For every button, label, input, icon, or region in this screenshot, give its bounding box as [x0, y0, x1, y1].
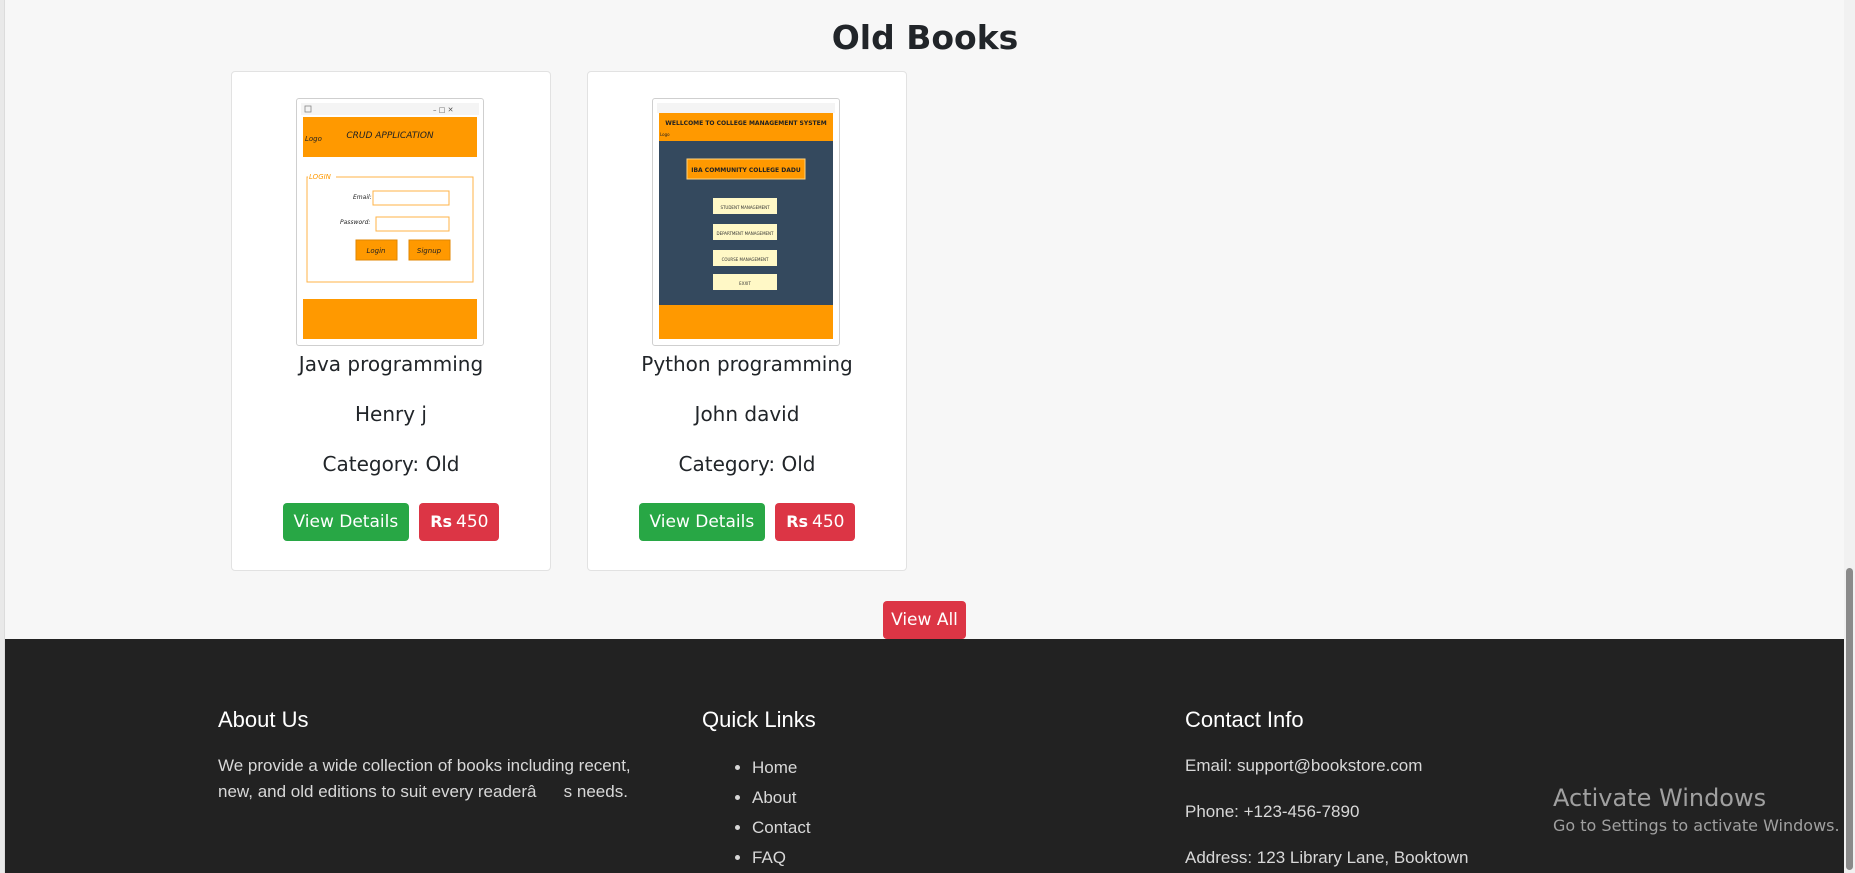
- contact-heading: Contact Info: [1185, 707, 1304, 732]
- svg-text:CRUD APPLICATION: CRUD APPLICATION: [346, 131, 434, 141]
- quick-links-list: Home About Contact FAQ: [702, 753, 1002, 873]
- footer-quick-links: Quick Links Home About Contact FAQ: [702, 707, 1002, 873]
- footer-link-faq[interactable]: FAQ: [752, 843, 1002, 873]
- svg-text:WELLCOME TO COLLEGE MANAGEMENT: WELLCOME TO COLLEGE MANAGEMENT SYSTEM: [665, 120, 826, 127]
- book-category: Category: Old: [322, 452, 460, 476]
- card-actions: View Details Rs 450: [232, 503, 550, 541]
- footer-link-contact[interactable]: Contact: [752, 813, 1002, 843]
- price-button[interactable]: Rs 450: [419, 503, 500, 541]
- scrollbar-thumb[interactable]: [1846, 568, 1853, 870]
- footer-link-about[interactable]: About: [752, 783, 1002, 813]
- contact-address: Address: 123 Library Lane, Booktown: [1185, 848, 1469, 867]
- rupee-icon: Rs: [786, 512, 809, 531]
- svg-text:LOGIN: LOGIN: [309, 173, 332, 181]
- section-title: Old Books: [831, 18, 1019, 57]
- price-button[interactable]: Rs 450: [775, 503, 856, 541]
- watermark-subtitle: Go to Settings to activate Windows.: [1553, 816, 1840, 835]
- contact-email: Email: support@bookstore.com: [1185, 756, 1423, 775]
- svg-text:STUDENT MANAGEMENT: STUDENT MANAGEMENT: [720, 205, 770, 210]
- book-card: WELLCOME TO COLLEGE MANAGEMENT SYSTEM Lo…: [587, 71, 907, 571]
- svg-text:COURSE MANAGEMENT: COURSE MANAGEMENT: [722, 257, 769, 262]
- contact-phone: Phone: +123-456-7890: [1185, 802, 1360, 821]
- svg-text:Signup: Signup: [417, 247, 442, 255]
- about-heading: About Us: [218, 707, 309, 732]
- svg-text:Email:: Email:: [353, 194, 372, 201]
- svg-text:Logo: Logo: [660, 132, 670, 137]
- price-value: 450: [456, 512, 489, 532]
- rupee-icon: Rs: [430, 512, 453, 531]
- about-text: We provide a wide collection of books in…: [218, 756, 631, 801]
- book-title: Python programming: [641, 352, 853, 376]
- book-title: Java programming: [298, 352, 484, 376]
- svg-text:DEPARTMENT MANAGEMENT: DEPARTMENT MANAGEMENT: [716, 231, 774, 236]
- watermark-title: Activate Windows: [1553, 784, 1767, 812]
- book-category: Category: Old: [678, 452, 816, 476]
- svg-text:Logo: Logo: [305, 135, 322, 143]
- quick-links-heading: Quick Links: [702, 707, 816, 732]
- svg-text:EXXIT: EXXIT: [739, 281, 751, 286]
- footer: About Us We provide a wide collection of…: [5, 639, 1844, 873]
- svg-text:– □ ✕: – □ ✕: [433, 106, 453, 114]
- book-card: – □ ✕ Logo CRUD APPLICATION LOGIN Email:…: [231, 71, 551, 571]
- book-cover-image[interactable]: WELLCOME TO COLLEGE MANAGEMENT SYSTEM Lo…: [652, 98, 840, 346]
- footer-contact: Contact Info Email: support@bookstore.co…: [1185, 707, 1585, 873]
- book-cover-image[interactable]: – □ ✕ Logo CRUD APPLICATION LOGIN Email:…: [296, 98, 484, 346]
- card-actions: View Details Rs 450: [588, 503, 906, 541]
- view-details-button[interactable]: View Details: [282, 503, 410, 541]
- view-details-button[interactable]: View Details: [638, 503, 766, 541]
- svg-text:IBA COMMUNITY COLLEGE DADU: IBA COMMUNITY COLLEGE DADU: [691, 167, 801, 174]
- windows-activation-watermark: Activate Windows Go to Settings to activ…: [1553, 784, 1840, 835]
- price-value: 450: [812, 512, 845, 532]
- svg-text:Login: Login: [366, 247, 385, 255]
- scrollbar[interactable]: [1844, 0, 1855, 873]
- book-author: John david: [694, 402, 800, 426]
- svg-text:Password:: Password:: [340, 219, 370, 226]
- footer-about: About Us We provide a wide collection of…: [218, 707, 658, 805]
- footer-link-home[interactable]: Home: [752, 753, 1002, 783]
- book-author: Henry j: [355, 402, 427, 426]
- view-all-button[interactable]: View All: [883, 601, 966, 639]
